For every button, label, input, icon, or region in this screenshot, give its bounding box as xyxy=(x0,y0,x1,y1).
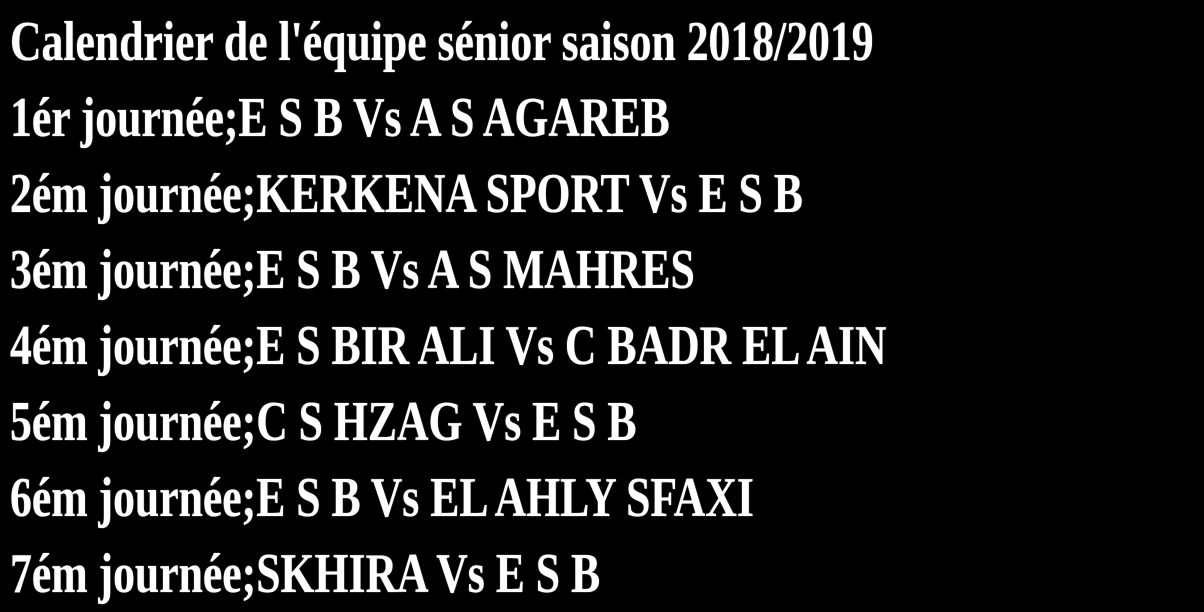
round-2: 2ém journée;KERKENA SPORT Vs E S B xyxy=(10,163,803,225)
round-4: 4ém journée;E S BIR ALI Vs C BADR EL AIN xyxy=(10,315,887,377)
round-3: 3ém journée;E S B Vs A S MAHRES xyxy=(10,239,695,301)
round-6: 6ém journée;E S B Vs EL AHLY SFAXI xyxy=(10,467,754,529)
round-1: 1ér journée;E S B Vs A S AGAREB xyxy=(10,87,670,149)
round-5: 5ém journée;C S HZAG Vs E S B xyxy=(10,391,637,453)
schedule-title: Calendrier de l'équipe sénior saison 201… xyxy=(10,11,874,73)
schedule-panel: Calendrier de l'équipe sénior saison 201… xyxy=(0,0,1204,607)
round-7: 7ém journée;SKHIRA Vs E S B xyxy=(10,543,601,605)
